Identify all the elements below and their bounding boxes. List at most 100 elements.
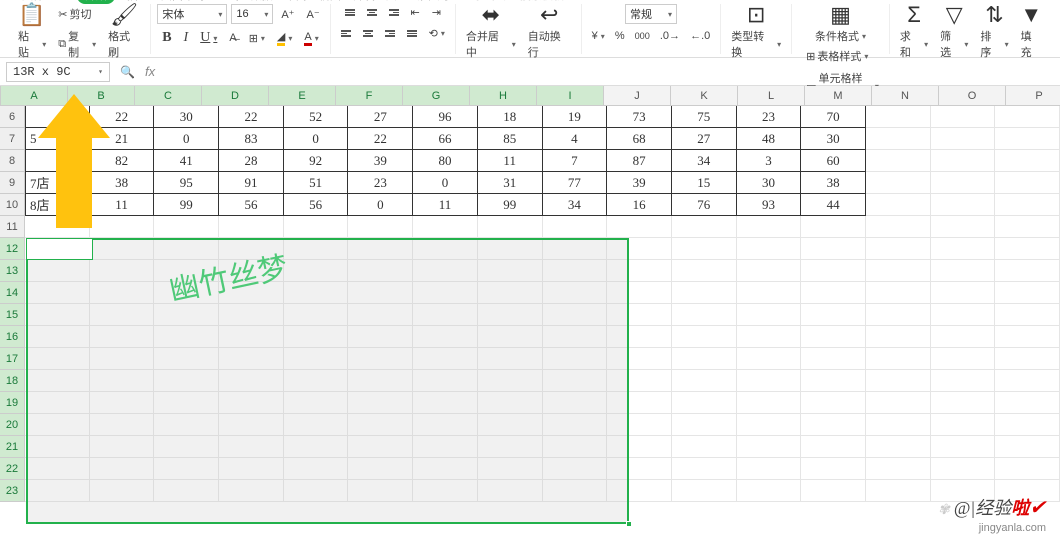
cell-L8[interactable]: 3 [737,150,802,172]
cell-H19[interactable] [478,392,543,414]
cell-G16[interactable] [413,326,478,348]
cell-E20[interactable] [284,414,349,436]
cell-J21[interactable] [607,436,672,458]
formula-input[interactable] [165,62,1054,82]
cell-F13[interactable] [348,260,413,282]
cell-M13[interactable] [801,260,866,282]
cell-C6[interactable]: 30 [154,106,219,128]
cell-A13[interactable] [25,260,90,282]
cell-K8[interactable]: 34 [672,150,737,172]
cell-B20[interactable] [90,414,155,436]
cell-P19[interactable] [995,392,1060,414]
cell-P12[interactable] [995,238,1060,260]
cell-K23[interactable] [672,480,737,502]
fill-handle[interactable] [626,521,632,527]
align-left-button[interactable] [337,28,355,39]
row-header-13[interactable]: 13 [0,260,25,282]
cell-I13[interactable] [543,260,608,282]
zoom-icon[interactable]: 🔍 [120,65,135,79]
cell-M22[interactable] [801,458,866,480]
cell-N9[interactable] [866,172,931,194]
cell-H12[interactable] [478,238,543,260]
cell-J23[interactable] [607,480,672,502]
cell-A8[interactable] [25,150,90,172]
cell-O15[interactable] [931,304,996,326]
cell-D6[interactable]: 22 [219,106,284,128]
cell-B10[interactable]: 11 [90,194,155,216]
row-header-23[interactable]: 23 [0,480,25,502]
cell-E19[interactable] [284,392,349,414]
indent-increase-button[interactable]: ⇥ [428,4,445,21]
cell-N23[interactable] [866,480,931,502]
cell-K12[interactable] [672,238,737,260]
row-header-12[interactable]: 12 [0,238,25,260]
comma-button[interactable]: 000 [631,29,654,43]
cell-I18[interactable] [543,370,608,392]
cell-O22[interactable] [931,458,996,480]
font-family-select[interactable]: 宋体▾ [157,4,227,24]
decrease-decimal-button[interactable]: ←.0 [686,28,714,44]
cell-L22[interactable] [737,458,802,480]
orientation-button[interactable]: ⟲▾ [425,25,449,42]
cell-G14[interactable] [413,282,478,304]
cell-C13[interactable] [154,260,219,282]
cell-C16[interactable] [154,326,219,348]
cell-K18[interactable] [672,370,737,392]
cell-I10[interactable]: 34 [543,194,608,216]
row-header-20[interactable]: 20 [0,414,25,436]
cell-O11[interactable] [931,216,996,238]
cell-C14[interactable] [154,282,219,304]
tab-insert[interactable]: 插入 [127,0,149,3]
strikethrough-button[interactable]: A̶ [225,30,240,46]
cell-M12[interactable] [801,238,866,260]
cell-I20[interactable] [543,414,608,436]
cell-E8[interactable]: 92 [284,150,349,172]
cell-A11[interactable] [25,216,90,238]
cell-G11[interactable] [413,216,478,238]
cell-P20[interactable] [995,414,1060,436]
cell-B18[interactable] [90,370,155,392]
cell-B19[interactable] [90,392,155,414]
currency-button[interactable]: ¥▾ [588,28,609,44]
cell-E18[interactable] [284,370,349,392]
cell-M8[interactable]: 60 [801,150,866,172]
cell-I22[interactable] [543,458,608,480]
cell-L19[interactable] [737,392,802,414]
cell-D9[interactable]: 91 [219,172,284,194]
cell-O21[interactable] [931,436,996,458]
cell-J13[interactable] [607,260,672,282]
cell-N6[interactable] [866,106,931,128]
cell-G7[interactable]: 66 [413,128,478,150]
cell-K15[interactable] [672,304,737,326]
cell-H23[interactable] [478,480,543,502]
cell-B16[interactable] [90,326,155,348]
cell-G6[interactable]: 96 [413,106,478,128]
cell-N17[interactable] [866,348,931,370]
align-middle-button[interactable] [363,7,381,18]
align-top-button[interactable] [341,7,359,18]
cell-M23[interactable] [801,480,866,502]
cell-G17[interactable] [413,348,478,370]
cell-H16[interactable] [478,326,543,348]
cell-D18[interactable] [219,370,284,392]
cell-F14[interactable] [348,282,413,304]
cell-C23[interactable] [154,480,219,502]
undo-icon[interactable]: ⎌ [56,0,65,2]
cell-F16[interactable] [348,326,413,348]
cell-G23[interactable] [413,480,478,502]
cell-P22[interactable] [995,458,1060,480]
cell-P10[interactable] [995,194,1060,216]
cell-C10[interactable]: 99 [154,194,219,216]
cell-K7[interactable]: 27 [672,128,737,150]
row-header-7[interactable]: 7 [0,128,25,150]
cell-C22[interactable] [154,458,219,480]
cell-M14[interactable] [801,282,866,304]
tab-data[interactable]: 数据 [251,0,273,3]
align-bottom-button[interactable] [385,7,403,18]
cut-button[interactable]: ✂剪切 [54,4,100,24]
cell-I7[interactable]: 4 [543,128,608,150]
cell-B13[interactable] [90,260,155,282]
cell-N7[interactable] [866,128,931,150]
row-header-21[interactable]: 21 [0,436,25,458]
cell-J10[interactable]: 16 [607,194,672,216]
